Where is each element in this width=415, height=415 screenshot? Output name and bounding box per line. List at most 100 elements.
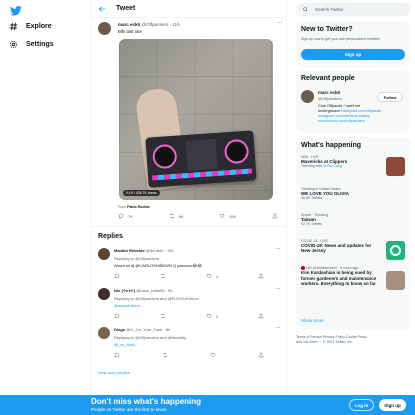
reply-author-name[interactable]: Nix {✢▸◂✢} (114, 288, 135, 293)
share-button[interactable] (258, 273, 264, 279)
share-button[interactable] (258, 313, 264, 319)
tweet-author-handle[interactable]: @Offparolers · 11h (142, 22, 180, 27)
trend-thumbnail (386, 241, 405, 260)
like-button[interactable] (210, 352, 216, 358)
reply-icon (118, 213, 124, 219)
banner-subtitle: People on Twitter are the first to know. (91, 407, 168, 412)
signup-button[interactable]: Sign up (301, 49, 405, 60)
relevant-people-card: Relevant people marc eckō @Offparolers F… (296, 70, 410, 133)
login-button[interactable]: Log in (349, 399, 374, 411)
like-button[interactable]: 2 (206, 313, 218, 319)
reply-actions: 4 (114, 273, 264, 279)
trend-item[interactable]: Trending in United States WE LOVE YOU OL… (301, 187, 405, 200)
more-options-icon[interactable]: ··· (276, 246, 281, 252)
from-name[interactable]: Pablo Rochat (127, 205, 149, 209)
reply-author-name[interactable]: Diego (114, 327, 125, 332)
reply-icon (114, 273, 120, 279)
more-options-icon[interactable]: ··· (278, 20, 283, 26)
twitter-bird-icon[interactable] (10, 6, 22, 16)
reply-author-name[interactable]: Maldito Rebelde (114, 248, 145, 253)
more-options-icon[interactable]: ··· (276, 286, 281, 292)
nav-settings-label: Settings (26, 41, 54, 48)
reply-button[interactable] (114, 352, 120, 358)
reply-icon (114, 352, 120, 358)
retweet-count: 8K (178, 213, 184, 219)
reply-author-handle[interactable]: @O_On_Your_Face · 8h (126, 327, 170, 332)
avatar[interactable] (301, 90, 314, 103)
trend-thumbnail (386, 271, 405, 290)
replying-to: Replying to @Offparolers and @FLEXXASmoo… (114, 296, 199, 301)
more-options-icon[interactable]: ··· (276, 325, 281, 331)
avatar[interactable] (98, 327, 110, 339)
footer-links: Terms of Service Privacy Policy Cookie P… (296, 335, 410, 345)
share-icon (258, 273, 264, 279)
reply-text: @whoisfulzero (114, 303, 141, 308)
retweet-button[interactable] (162, 352, 168, 358)
trend-count: 92.7K Tweets (301, 222, 323, 226)
gear-icon (9, 40, 18, 49)
back-arrow-icon[interactable] (98, 5, 106, 13)
trend-item[interactable]: LAT Entertainement · 5 hours ago Kim Kar… (301, 266, 405, 290)
trend-name: COVID-19: News and updates for New Jerse… (301, 243, 372, 253)
retweet-button[interactable]: 8K (169, 213, 184, 219)
nav-explore[interactable]: Explore (9, 22, 52, 31)
reply-text: Ahora mi dj @CARLOSNIÑOVM Q pasoooo😂😂 (114, 263, 202, 268)
reply-actions (114, 352, 264, 358)
reply-icon (114, 313, 120, 319)
search-box[interactable]: Search Twitter (296, 3, 410, 16)
bio-link[interactable]: instagram.com/offparole (341, 109, 382, 113)
avatar[interactable] (98, 248, 110, 260)
reply-button[interactable] (114, 313, 120, 319)
relevant-people-title: Relevant people (301, 75, 355, 82)
relevant-name[interactable]: marc eckō (318, 90, 340, 95)
dj-controller (145, 130, 257, 188)
bio-link[interactable]: soundcloud.com/offparolers (318, 119, 408, 124)
reply-author-handle[interactable]: @basu_babe95 · 9h (136, 288, 172, 293)
nav-settings[interactable]: Settings (9, 40, 54, 49)
trend-item[interactable]: Sports · Trending Taiwan 92.7K Tweets (301, 213, 405, 226)
heart-icon (210, 352, 216, 358)
nav-explore-label: Explore (26, 23, 52, 30)
trend-item[interactable]: COVID-19 · LIVE COVID-19: News and updat… (301, 239, 405, 260)
trend-item[interactable]: NBA · LIVE Mavericks at Clippers Trendin… (301, 155, 405, 176)
reply-button[interactable]: 7K (118, 213, 133, 219)
banner-signup-button[interactable]: Sign up (379, 399, 406, 411)
share-button[interactable] (258, 352, 264, 358)
page-title: Tweet (116, 5, 136, 12)
whats-happening-title: What's happening (301, 142, 361, 149)
trend-name: Kim Kardashian is being sued by former g… (301, 270, 377, 287)
whats-happening-card: What's happening NBA · LIVE Mavericks at… (296, 137, 410, 330)
follow-button[interactable]: Follow (377, 92, 403, 102)
avatar[interactable] (98, 288, 110, 300)
heart-icon (219, 213, 225, 219)
relevant-handle[interactable]: @Offparolers (318, 96, 342, 101)
relevant-bio: Club Offparole / meet me underground ins… (318, 104, 408, 124)
reply-button[interactable] (114, 273, 120, 279)
show-more-link[interactable]: Show more (301, 318, 324, 323)
reply-author-handle[interactable]: @iks.ahl9 · 10h (146, 248, 174, 253)
search-input[interactable]: Search Twitter (315, 7, 344, 12)
reply-count: 7K (128, 213, 133, 219)
tweet-text: Mfs last nite (118, 29, 143, 34)
bio-line: underground (318, 109, 340, 113)
share-icon (272, 213, 278, 219)
new-to-twitter-sub: Sign up now to get your own personalized… (301, 37, 380, 41)
hashtag-icon (9, 22, 18, 31)
retweet-button[interactable] (160, 313, 166, 319)
avatar[interactable] (98, 22, 111, 35)
main-column: Tweet marc eckō @Offparolers · 11h ··· M… (91, 0, 287, 395)
trend-count: 35.5K Tweets (301, 196, 323, 200)
share-icon (258, 313, 264, 319)
tweet-author-name[interactable]: marc eckō (118, 22, 140, 27)
tweet-video[interactable]: 0:19 / 426.7K views (119, 39, 273, 200)
retweet-button[interactable] (160, 273, 166, 279)
heart-icon (206, 273, 212, 279)
replying-to: Replying to @Offparolers (114, 256, 159, 261)
view-more-replies-link[interactable]: View more replies (98, 370, 130, 375)
footer-line[interactable]: Ads info More ··· © 2021 Twitter, Inc. (296, 340, 410, 345)
like-button[interactable]: 34K (219, 213, 236, 219)
tweet-header: Tweet (92, 0, 286, 18)
heart-icon (206, 313, 212, 319)
like-button[interactable]: 4 (206, 273, 218, 279)
share-button[interactable] (272, 213, 278, 219)
